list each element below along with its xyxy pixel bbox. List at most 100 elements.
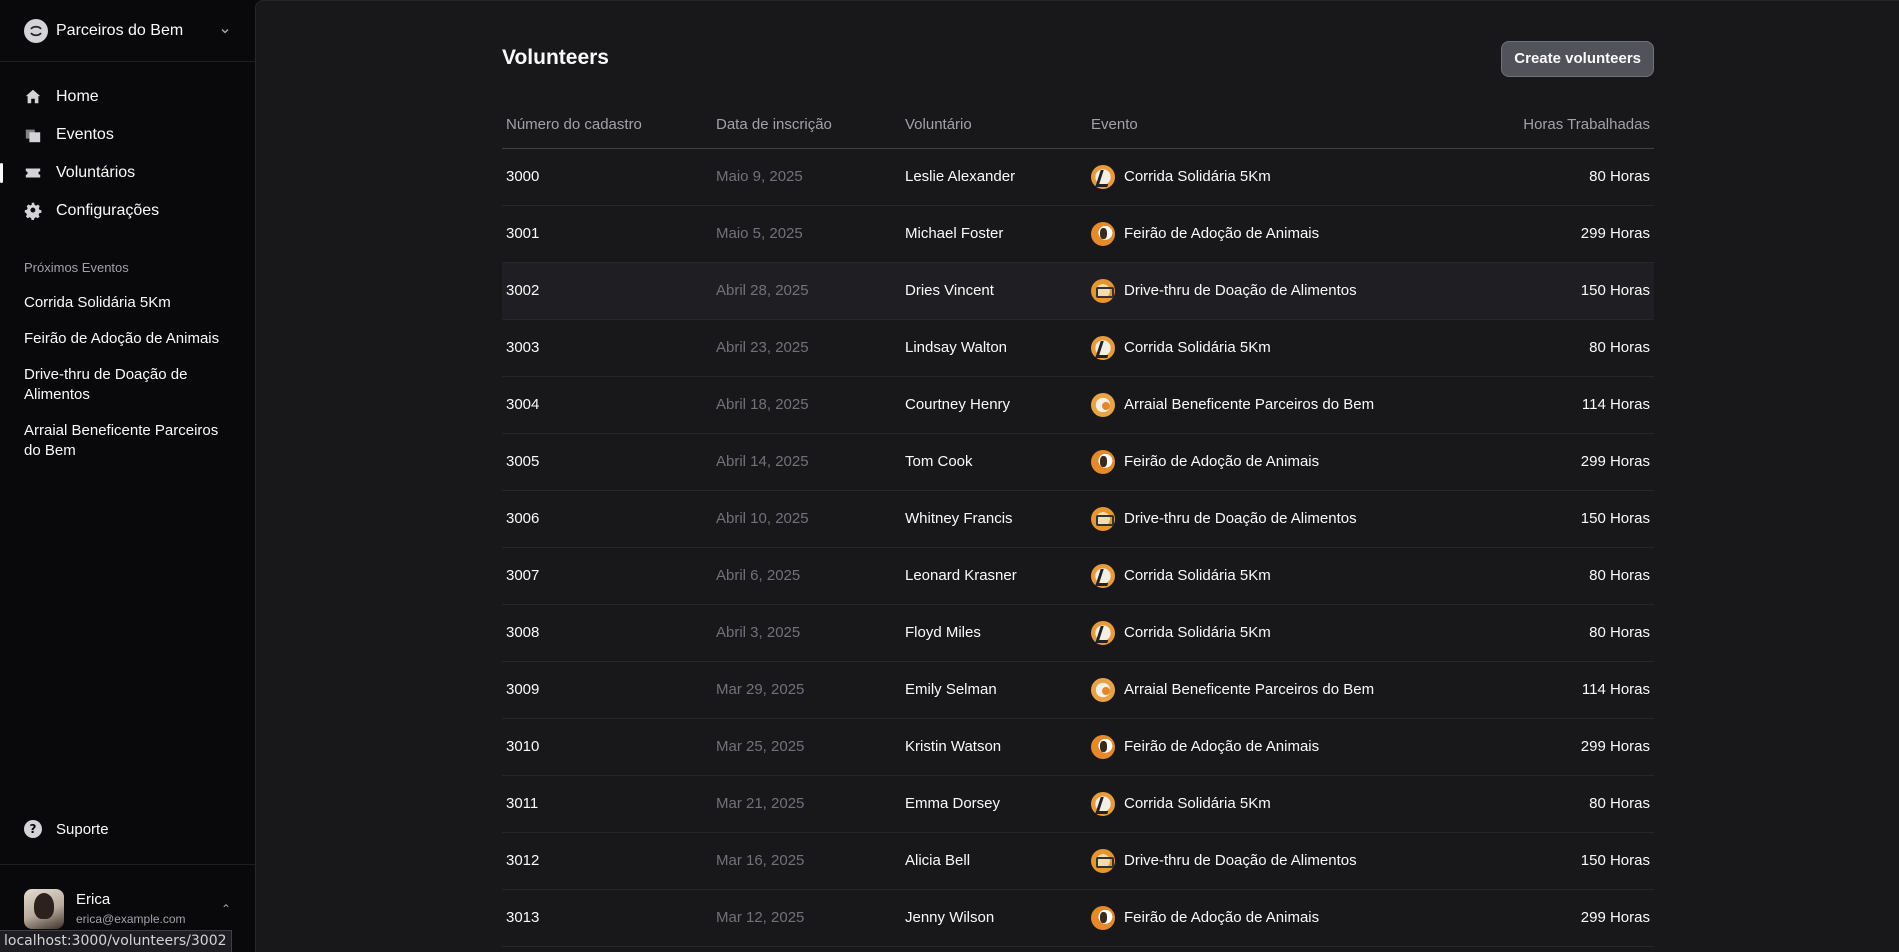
- table-header-row: Número do cadastro Data de inscrição Vol…: [502, 116, 1654, 149]
- event-thumbnail-icon: [1091, 563, 1115, 588]
- cell-hours: 114 Horas: [1417, 376, 1654, 434]
- nav-item-label: Home: [56, 88, 99, 105]
- cell-id: 3001: [502, 205, 712, 263]
- cell-event: Arraial Beneficente Parceiros do Bem: [1087, 661, 1417, 719]
- cell-volunteer: Dries Vincent: [901, 262, 1087, 320]
- table-row[interactable]: 3005 Abril 14, 2025 Tom Cook Feirão de Adoç…: [502, 433, 1654, 491]
- status-bar-url: localhost:3000/volunteers/3002: [0, 930, 232, 952]
- event-thumbnail-icon: [1091, 620, 1115, 645]
- upcoming-event-item[interactable]: Feirão de Adoção de Animais: [0, 321, 255, 357]
- cell-date: Abril 10, 2025: [712, 490, 901, 548]
- chevron-up-icon: ⌃: [220, 901, 231, 916]
- cell-hours: 150 Horas: [1417, 832, 1654, 890]
- table-row[interactable]: 3012 Mar 16, 2025 Alicia Bell Drive-thru de…: [502, 832, 1654, 890]
- event-thumbnail-icon: [1091, 164, 1115, 189]
- column-header-date: Data de inscrição: [712, 116, 901, 149]
- table-row[interactable]: 3007 Abril 6, 2025 Leonard Krasner Corrida …: [502, 547, 1654, 605]
- event-name: Feirão de Adoção de Animais: [1124, 909, 1320, 926]
- cell-event: Arraial Beneficente Parceiros do Bem: [1087, 376, 1417, 434]
- create-volunteers-button[interactable]: Create volunteers: [1501, 40, 1654, 77]
- cell-date: Abril 28, 2025: [712, 262, 901, 320]
- cell-date: Abril 6, 2025: [712, 547, 901, 605]
- upcoming-event-item[interactable]: Drive-thru de Doação de Alimentos: [0, 357, 255, 413]
- sidebar: Parceiros do Bem Home Eventos Voluntário…: [0, 0, 255, 952]
- question-icon: ?: [24, 820, 42, 838]
- cell-hours: 299 Horas: [1417, 718, 1654, 776]
- cell-event: Drive-thru de Doação de Alimentos: [1087, 490, 1417, 548]
- cell-hours: 150 Horas: [1417, 490, 1654, 548]
- cell-id: 3002: [502, 262, 712, 320]
- event-thumbnail-icon: [1091, 734, 1115, 759]
- table-row[interactable]: 3004 Abril 18, 2025 Courtney Henry Arraial …: [502, 376, 1654, 434]
- table-row[interactable]: 3000 Maio 9, 2025 Leslie Alexander Corrida …: [502, 148, 1654, 206]
- table-row[interactable]: 3011 Mar 21, 2025 Emma Dorsey Corrida Solid…: [502, 775, 1654, 833]
- cell-volunteer: Alicia Bell: [901, 832, 1087, 890]
- cell-volunteer: Emma Dorsey: [901, 775, 1087, 833]
- cell-hours: 80 Horas: [1417, 319, 1654, 377]
- cell-date: Mar 25, 2025: [712, 718, 901, 776]
- team-switcher[interactable]: Parceiros do Bem: [0, 0, 255, 62]
- cell-hours: 299 Horas: [1417, 433, 1654, 491]
- avatar: [24, 888, 64, 929]
- cell-event: Corrida Solidária 5Km: [1087, 604, 1417, 662]
- cell-id: 3007: [502, 547, 712, 605]
- table-row[interactable]: 3013 Mar 12, 2025 Jenny Wilson Feirão de Ad…: [502, 889, 1654, 947]
- upcoming-event-item[interactable]: Corrida Solidária 5Km: [0, 285, 255, 321]
- cell-hours: 114 Horas: [1417, 661, 1654, 719]
- upcoming-event-item[interactable]: Arraial Beneficente Parceiros do Bem: [0, 413, 255, 469]
- table-row[interactable]: 3009 Mar 29, 2025 Emily Selman Arraial Bene…: [502, 661, 1654, 719]
- cell-id: 3005: [502, 433, 712, 491]
- event-name: Feirão de Adoção de Animais: [1124, 453, 1320, 470]
- event-name: Feirão de Adoção de Animais: [1124, 738, 1320, 755]
- cell-volunteer: Jenny Wilson: [901, 889, 1087, 947]
- column-header-volunteer: Voluntário: [901, 116, 1087, 149]
- cell-volunteer: Leonard Krasner: [901, 547, 1087, 605]
- cell-event: Feirão de Adoção de Animais: [1087, 433, 1417, 491]
- event-thumbnail-icon: [1091, 449, 1115, 474]
- table-row[interactable]: 3006 Abril 10, 2025 Whitney Francis Drive-t…: [502, 490, 1654, 548]
- support-link[interactable]: ? Suporte: [16, 810, 239, 848]
- event-name: Drive-thru de Doação de Alimentos: [1124, 510, 1357, 527]
- cell-date: Mar 12, 2025: [712, 889, 901, 947]
- table-row[interactable]: 3001 Maio 5, 2025 Michael Foster Feirão de …: [502, 205, 1654, 263]
- event-thumbnail-icon: [1091, 848, 1115, 873]
- volunteers-table: Número do cadastro Data de inscrição Vol…: [502, 116, 1654, 947]
- team-name: Parceiros do Bem: [56, 21, 184, 39]
- event-name: Corrida Solidária 5Km: [1124, 624, 1271, 641]
- page-title: Volunteers: [502, 45, 609, 69]
- table-row[interactable]: 3010 Mar 25, 2025 Kristin Watson Feirão de …: [502, 718, 1654, 776]
- event-thumbnail-icon: [1091, 506, 1115, 531]
- table-row[interactable]: 3003 Abril 23, 2025 Lindsay Walton Corrida …: [502, 319, 1654, 377]
- event-thumbnail-icon: [1091, 677, 1115, 702]
- nav-item-voluntarios[interactable]: Voluntários: [0, 154, 239, 192]
- gear-icon: [24, 202, 42, 220]
- cell-volunteer: Tom Cook: [901, 433, 1087, 491]
- cell-hours: 299 Horas: [1417, 205, 1654, 263]
- cell-id: 3011: [502, 775, 712, 833]
- main-nav: Home Eventos Voluntários Configurações: [0, 62, 255, 230]
- table-row[interactable]: 3008 Abril 3, 2025 Floyd Miles Corrida Soli…: [502, 604, 1654, 662]
- cell-volunteer: Whitney Francis: [901, 490, 1087, 548]
- cell-volunteer: Lindsay Walton: [901, 319, 1087, 377]
- cell-id: 3009: [502, 661, 712, 719]
- event-thumbnail-icon: [1091, 791, 1115, 816]
- nav-item-configuracoes[interactable]: Configurações: [16, 192, 239, 230]
- support-label: Suporte: [56, 820, 109, 838]
- main-panel: Volunteers Create volunteers Número do c…: [255, 0, 1899, 952]
- nav-item-home[interactable]: Home: [16, 78, 239, 116]
- event-name: Drive-thru de Doação de Alimentos: [1124, 852, 1357, 869]
- table-row[interactable]: 3002 Abril 28, 2025 Dries Vincent Drive-thr…: [502, 262, 1654, 320]
- cell-volunteer: Michael Foster: [901, 205, 1087, 263]
- cell-id: 3008: [502, 604, 712, 662]
- nav-item-label: Voluntários: [56, 164, 136, 181]
- cell-date: Mar 16, 2025: [712, 832, 901, 890]
- cell-id: 3006: [502, 490, 712, 548]
- event-thumbnail-icon: [1091, 221, 1115, 246]
- team-logo-icon: [24, 18, 48, 43]
- nav-item-eventos[interactable]: Eventos: [16, 116, 239, 154]
- cell-event: Corrida Solidária 5Km: [1087, 775, 1417, 833]
- cell-event: Drive-thru de Doação de Alimentos: [1087, 262, 1417, 320]
- column-header-id: Número do cadastro: [502, 116, 712, 149]
- user-name: Erica: [76, 891, 111, 908]
- cell-volunteer: Kristin Watson: [901, 718, 1087, 776]
